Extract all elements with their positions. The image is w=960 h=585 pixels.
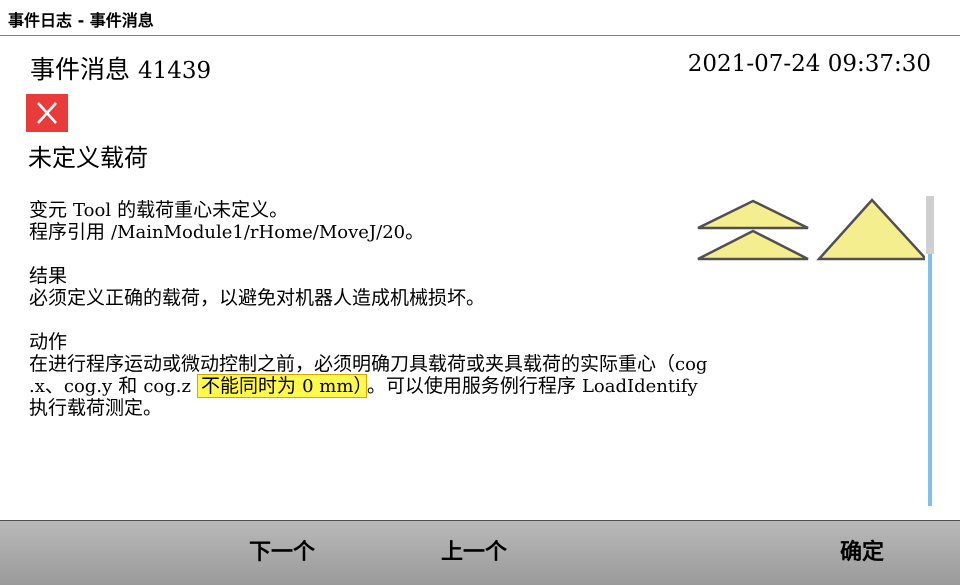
action-line-3: 执行载荷测定。 bbox=[29, 397, 163, 419]
payload-triangles-icon bbox=[694, 195, 930, 265]
event-header: 事件消息 41439 bbox=[30, 50, 211, 86]
event-number: 41439 bbox=[137, 58, 212, 84]
ok-button[interactable]: 确定 bbox=[840, 534, 884, 566]
event-timestamp: 2021-07-24 09:37:30 bbox=[687, 51, 931, 77]
result-heading: 结果 bbox=[29, 265, 68, 287]
highlighted-constraint: 不能同时为 0 mm） bbox=[197, 374, 367, 398]
action-line-2: .x、cog.y 和 cog.z 不能同时为 0 mm） 。可以使用服务例行程序 … bbox=[29, 374, 698, 398]
title-bar: 事件日志 - 事件消息 bbox=[0, 0, 960, 36]
next-button[interactable]: 下一个 bbox=[249, 534, 315, 566]
button-bar: 下一个 上一个 确定 bbox=[0, 520, 960, 585]
event-label: 事件消息 bbox=[30, 55, 131, 84]
scrollbar-top-segment[interactable] bbox=[926, 196, 934, 254]
event-title: 未定义载荷 bbox=[28, 144, 148, 172]
action-heading: 动作 bbox=[29, 331, 68, 353]
window-title: 事件日志 - 事件消息 bbox=[8, 11, 154, 30]
error-x-icon bbox=[26, 94, 68, 132]
action-line-1: 在进行程序运动或微动控制之前，必须明确刀具载荷或夹具载荷的实际重心（cog bbox=[29, 353, 708, 375]
previous-button[interactable]: 上一个 bbox=[441, 534, 507, 566]
scrollbar-thumb[interactable] bbox=[928, 254, 932, 506]
result-text: 必须定义正确的载荷，以避免对机器人造成机械损坏。 bbox=[29, 287, 486, 309]
